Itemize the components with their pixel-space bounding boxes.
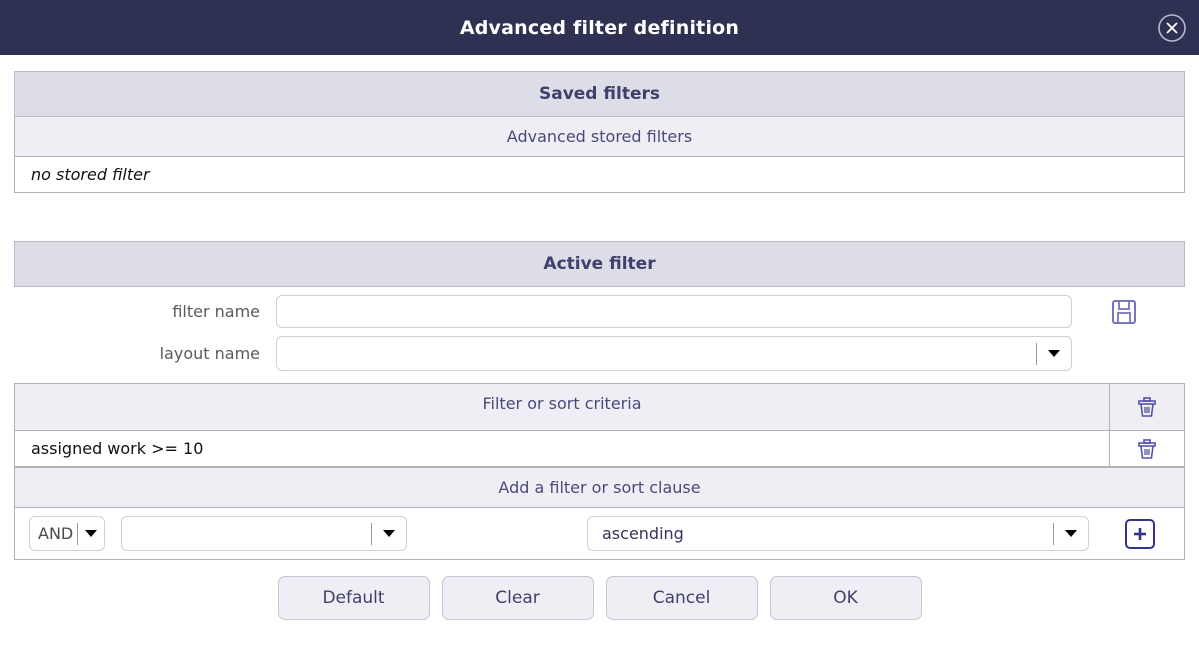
close-circle-icon[interactable] bbox=[1155, 11, 1189, 45]
page-title: Advanced filter definition bbox=[459, 16, 740, 39]
criteria-header-label: Filter or sort criteria bbox=[14, 383, 1110, 431]
sort-direction-value: ascending bbox=[602, 524, 684, 543]
dialog-footer: Default Clear Cancel OK bbox=[0, 576, 1199, 620]
filter-name-input[interactable] bbox=[276, 295, 1072, 328]
delete-criteria-row-button[interactable] bbox=[1110, 431, 1185, 467]
layout-name-row: layout name bbox=[14, 328, 1185, 371]
add-clause-header: Add a filter or sort clause bbox=[14, 467, 1185, 508]
save-filter-button[interactable] bbox=[1072, 297, 1175, 327]
ok-button[interactable]: OK bbox=[769, 576, 922, 620]
clause-field-select[interactable] bbox=[121, 516, 407, 551]
chevron-down-icon[interactable] bbox=[1054, 530, 1088, 537]
delete-all-criteria-button[interactable] bbox=[1110, 383, 1185, 431]
filter-name-label: filter name bbox=[172, 302, 260, 321]
saved-filters-panel: Saved filters Advanced stored filters no… bbox=[14, 71, 1185, 193]
criteria-table: Filter or sort criteria assigned work >=… bbox=[14, 383, 1185, 467]
active-filter-heading: Active filter bbox=[14, 241, 1185, 287]
active-filter-panel: Active filter filter name layout name Fi… bbox=[14, 241, 1185, 560]
layout-name-label: layout name bbox=[159, 344, 260, 363]
criteria-header-row: Filter or sort criteria bbox=[14, 383, 1185, 431]
chevron-down-icon[interactable] bbox=[78, 530, 104, 537]
layout-name-select[interactable] bbox=[276, 336, 1072, 371]
sort-direction-select[interactable]: ascending bbox=[587, 516, 1089, 551]
filter-name-row: filter name bbox=[14, 287, 1185, 328]
logic-operator-select[interactable]: AND bbox=[29, 516, 105, 551]
window-titlebar: Advanced filter definition bbox=[0, 0, 1199, 55]
saved-filters-heading: Saved filters bbox=[14, 71, 1185, 117]
add-clause-controls: AND ascending bbox=[14, 508, 1185, 560]
add-clause-section: Add a filter or sort clause AND ascendin… bbox=[14, 467, 1185, 560]
add-clause-button[interactable] bbox=[1125, 518, 1155, 549]
default-button[interactable]: Default bbox=[277, 576, 430, 620]
chevron-down-icon[interactable] bbox=[372, 530, 406, 537]
clear-button[interactable]: Clear bbox=[441, 576, 594, 620]
stored-filter-empty-row[interactable]: no stored filter bbox=[14, 157, 1185, 193]
logic-operator-value: AND bbox=[38, 524, 74, 543]
table-row[interactable]: assigned work >= 10 bbox=[14, 431, 1185, 467]
criteria-row-text: assigned work >= 10 bbox=[14, 431, 1110, 467]
cancel-button[interactable]: Cancel bbox=[605, 576, 758, 620]
chevron-down-icon[interactable] bbox=[1037, 350, 1071, 357]
advanced-stored-filters-subheading: Advanced stored filters bbox=[14, 117, 1185, 157]
